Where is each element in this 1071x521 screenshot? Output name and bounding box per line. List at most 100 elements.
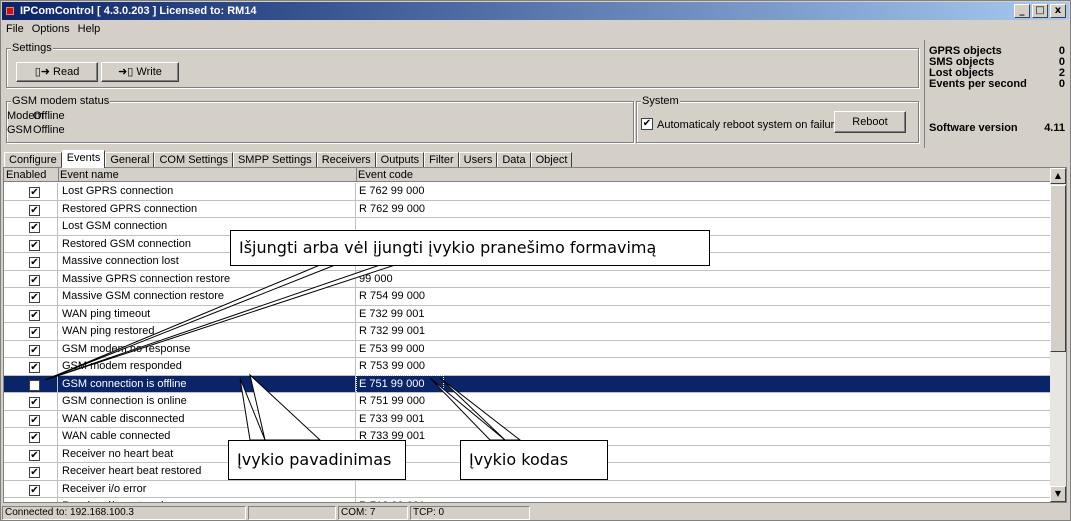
col-header-event-name[interactable]: Event name [58,168,119,182]
event-name[interactable]: WAN ping restored [62,323,155,340]
event-code[interactable]: R 754 99 000 [359,288,425,305]
table-row[interactable]: ✔ WAN ping timeout E 732 99 001 [4,305,1052,323]
event-name[interactable]: GSM connection is offline [62,376,187,393]
table-row[interactable]: ✔ Lost GPRS connection E 762 99 000 [4,183,1052,201]
event-code[interactable]: E 762 99 000 [359,183,424,200]
event-name[interactable]: Lost GSM connection [62,218,167,235]
enabled-checkbox[interactable]: ✔ [29,204,40,216]
event-code[interactable]: E 733 99 001 [359,411,424,428]
status-bar: Connected to: 192.168.100.3 COM: 7 TCP: … [2,506,1069,520]
event-name[interactable]: Lost GPRS connection [62,183,173,200]
menu-file[interactable]: File [6,21,24,37]
tab-object[interactable]: Object [530,152,573,168]
tab-events[interactable]: Events [61,150,106,168]
table-row[interactable]: ✔ Restored GPRS connection R 762 99 000 [4,200,1052,218]
tab-smpp-settings[interactable]: SMPP Settings [232,152,317,168]
table-row[interactable]: ✔ GSM modem no response E 753 99 000 [4,340,1052,358]
table-row[interactable]: ✔ Massive GSM connection restore R 754 99 … [4,288,1052,306]
enabled-checkbox[interactable]: ✔ [29,344,40,356]
event-name[interactable]: WAN ping timeout [62,306,150,323]
event-name[interactable]: Receiver no heart beat [62,446,173,463]
enabled-checkbox[interactable]: ✔ [29,327,40,338]
table-row[interactable]: ✔ WAN ping restored R 732 99 001 [4,323,1052,341]
scroll-thumb[interactable] [1050,185,1066,352]
event-name[interactable]: Restored GSM connection [62,236,191,253]
enabled-checkbox[interactable]: ✔ [29,274,40,286]
event-name[interactable]: Massive connection lost [62,253,179,270]
event-code[interactable]: 99 000 [359,271,393,288]
menu-help[interactable]: Help [78,21,101,37]
enabled-checkbox[interactable]: ✔ [29,397,40,408]
callout-event-name: Įvykio pavadinimas [228,440,406,480]
event-name[interactable]: WAN cable disconnected [62,411,185,428]
event-name[interactable]: Massive GSM connection restore [62,288,224,305]
gsm-label: GSM [7,124,33,136]
event-name[interactable]: GSM modem no response [62,341,190,358]
enabled-checkbox[interactable]: ✔ [29,292,40,303]
event-code[interactable]: E 753 99 000 [359,341,424,358]
grid-header: Enabled Event name Event code [4,168,1052,182]
event-name[interactable]: Receiver i/o restored [62,498,164,502]
event-name[interactable]: WAN cable connected [62,428,170,445]
table-row[interactable]: ✔ GSM connection is online R 751 99 000 [4,393,1052,411]
col-header-event-code[interactable]: Event code [356,168,413,182]
tab-data[interactable]: Data [497,152,531,168]
tab-users[interactable]: Users [458,152,498,168]
tab-general[interactable]: General [105,152,155,168]
enabled-checkbox[interactable]: ✔ [29,222,40,233]
title-bar[interactable]: IPComControl [ 4.3.0.203 ] Licensed to: … [2,2,1069,20]
enabled-checkbox[interactable]: ✔ [29,432,40,443]
event-code[interactable]: E 732 99 001 [359,306,424,323]
reboot-button[interactable]: Reboot [834,111,906,133]
event-name[interactable]: Receiver i/o error [62,481,146,498]
enabled-checkbox[interactable]: ✔ [29,502,40,503]
event-code[interactable]: R 753 99 000 [359,358,425,375]
settings-group: Settings ▯➜ Read ➜▯ Write [6,42,919,88]
enabled-checkbox[interactable]: ✔ [29,309,40,321]
enabled-checkbox[interactable]: ✔ [29,239,40,251]
event-code[interactable]: E 751 99 000 [356,374,444,394]
col-header-enabled[interactable]: Enabled [4,168,46,182]
table-row[interactable]: ✔ Receiver i/o restored R 712 99 001 [4,498,1052,503]
table-row[interactable]: ✔ WAN cable disconnected E 733 99 001 [4,410,1052,428]
tab-filter[interactable]: Filter [424,152,459,168]
table-row[interactable]: ✔ Massive GPRS connection restore 99 000 [4,270,1052,288]
read-button[interactable]: ▯➜ Read [16,62,98,82]
vertical-scrollbar[interactable]: ▲ ▼ [1050,168,1066,502]
enabled-checkbox[interactable]: ✔ [29,187,40,198]
enabled-checkbox[interactable]: ✔ [29,467,40,478]
minimize-button[interactable]: _ [1014,4,1030,18]
event-code[interactable]: R 751 99 000 [359,393,425,410]
menu-options[interactable]: Options [32,21,70,37]
enabled-checkbox[interactable]: ✔ [29,257,40,268]
enabled-checkbox[interactable]: ✔ [29,362,40,373]
event-name[interactable]: Massive GPRS connection restore [62,271,230,288]
maximize-button[interactable]: □ [1032,4,1048,18]
enabled-checkbox[interactable]: ✔ [29,414,40,426]
table-row[interactable]: ✔ GSM connection is offline E 751 99 000 [4,374,1052,394]
status-com: COM: 7 [338,506,408,520]
write-button[interactable]: ➜▯ Write [101,62,179,82]
close-button[interactable]: x [1050,4,1066,18]
tab-configure[interactable]: Configure [4,152,62,168]
auto-reboot-checkbox[interactable]: ✔ [641,118,653,130]
tab-outputs[interactable]: Outputs [375,152,425,168]
enabled-checkbox[interactable]: ✔ [29,379,40,391]
enabled-checkbox[interactable]: ✔ [29,484,40,496]
table-row[interactable]: ✔ GSM modem responded R 753 99 000 [4,358,1052,376]
system-legend: System [641,95,680,107]
event-name[interactable]: GSM connection is online [62,393,187,410]
event-name[interactable]: Receiver heart beat restored [62,463,201,480]
tab-receivers[interactable]: Receivers [316,152,376,168]
scroll-down-icon[interactable]: ▼ [1050,486,1066,502]
table-row[interactable]: ✔ Receiver i/o error [4,480,1052,498]
event-code[interactable]: R 732 99 001 [359,323,425,340]
scroll-up-icon[interactable]: ▲ [1050,168,1066,184]
event-name[interactable]: GSM modem responded [62,358,182,375]
gsm-value: Offline [33,124,65,136]
event-code[interactable]: R 762 99 000 [359,201,425,218]
event-code[interactable]: R 712 99 001 [359,498,425,502]
event-name[interactable]: Restored GPRS connection [62,201,197,218]
enabled-checkbox[interactable]: ✔ [29,449,40,461]
tab-com-settings[interactable]: COM Settings [154,152,233,168]
